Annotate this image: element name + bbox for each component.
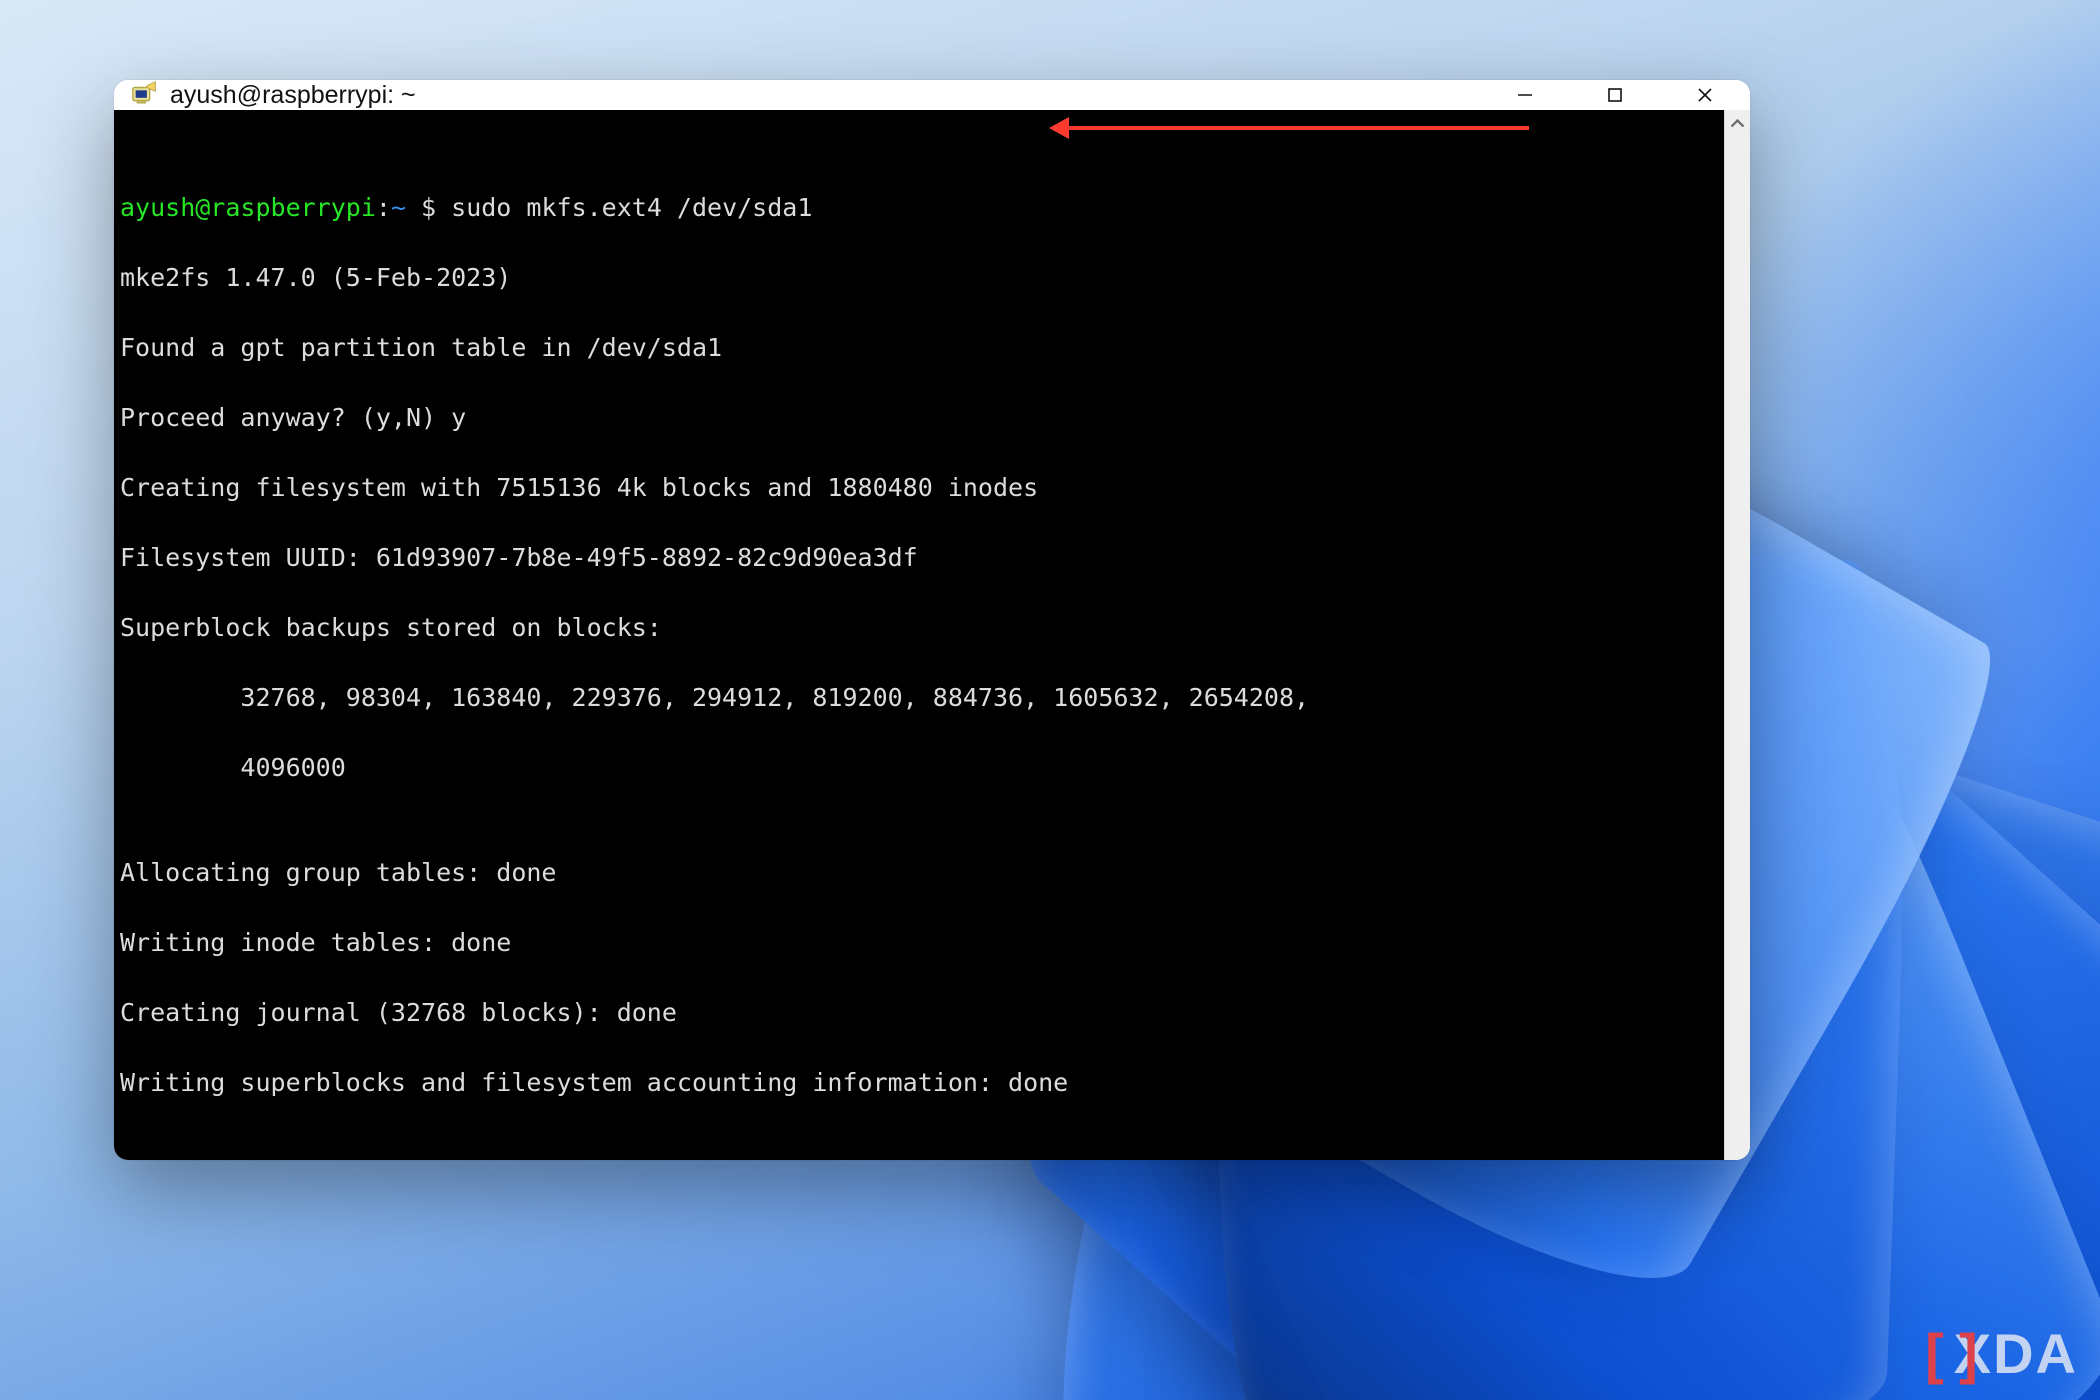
output-line: 4096000 [120, 750, 1718, 785]
minimize-button[interactable] [1480, 80, 1570, 110]
maximize-button[interactable] [1570, 80, 1660, 110]
output-line: Writing superblocks and filesystem accou… [120, 1065, 1718, 1100]
annotation-arrow [1049, 122, 1529, 132]
prompt-line: ayush@raspberrypi:~ $ sudo mkfs.ext4 /de… [120, 190, 1718, 225]
titlebar[interactable]: ayush@raspberrypi: ~ [114, 80, 1750, 110]
output-line: Creating journal (32768 blocks): done [120, 995, 1718, 1030]
output-line: Proceed anyway? (y,N) y [120, 400, 1718, 435]
prompt-dollar: $ [406, 193, 451, 222]
client-area: ayush@raspberrypi:~ $ sudo mkfs.ext4 /de… [114, 110, 1750, 1160]
output-line: Creating filesystem with 7515136 4k bloc… [120, 470, 1718, 505]
watermark-bracket-left: [ [1925, 1321, 1946, 1386]
vertical-scrollbar[interactable] [1724, 110, 1750, 1160]
watermark-bracket-right: ] [1959, 1321, 1980, 1386]
window-controls [1480, 80, 1750, 110]
command-text: sudo mkfs.ext4 /dev/sda1 [451, 193, 812, 222]
output-line: Superblock backups stored on blocks: [120, 610, 1718, 645]
scroll-up-icon[interactable] [1725, 110, 1750, 136]
output-line: 32768, 98304, 163840, 229376, 294912, 81… [120, 680, 1718, 715]
output-line: Writing inode tables: done [120, 925, 1718, 960]
output-line: Found a gpt partition table in /dev/sda1 [120, 330, 1718, 365]
output-line: Filesystem UUID: 61d93907-7b8e-49f5-8892… [120, 540, 1718, 575]
terminal-window: ayush@raspberrypi: ~ ayush@raspberrypi:~… [114, 80, 1750, 1160]
output-line: mke2fs 1.47.0 (5-Feb-2023) [120, 260, 1718, 295]
terminal-output[interactable]: ayush@raspberrypi:~ $ sudo mkfs.ext4 /de… [114, 110, 1724, 1160]
window-title: ayush@raspberrypi: ~ [170, 81, 416, 110]
close-button[interactable] [1660, 80, 1750, 110]
prompt-colon: : [376, 193, 391, 222]
xda-watermark: [XDA ] [1925, 1321, 2086, 1386]
putty-icon [130, 80, 160, 110]
prompt-userhost: ayush@raspberrypi [120, 193, 376, 222]
output-line: Allocating group tables: done [120, 855, 1718, 890]
prompt-path: ~ [391, 193, 406, 222]
